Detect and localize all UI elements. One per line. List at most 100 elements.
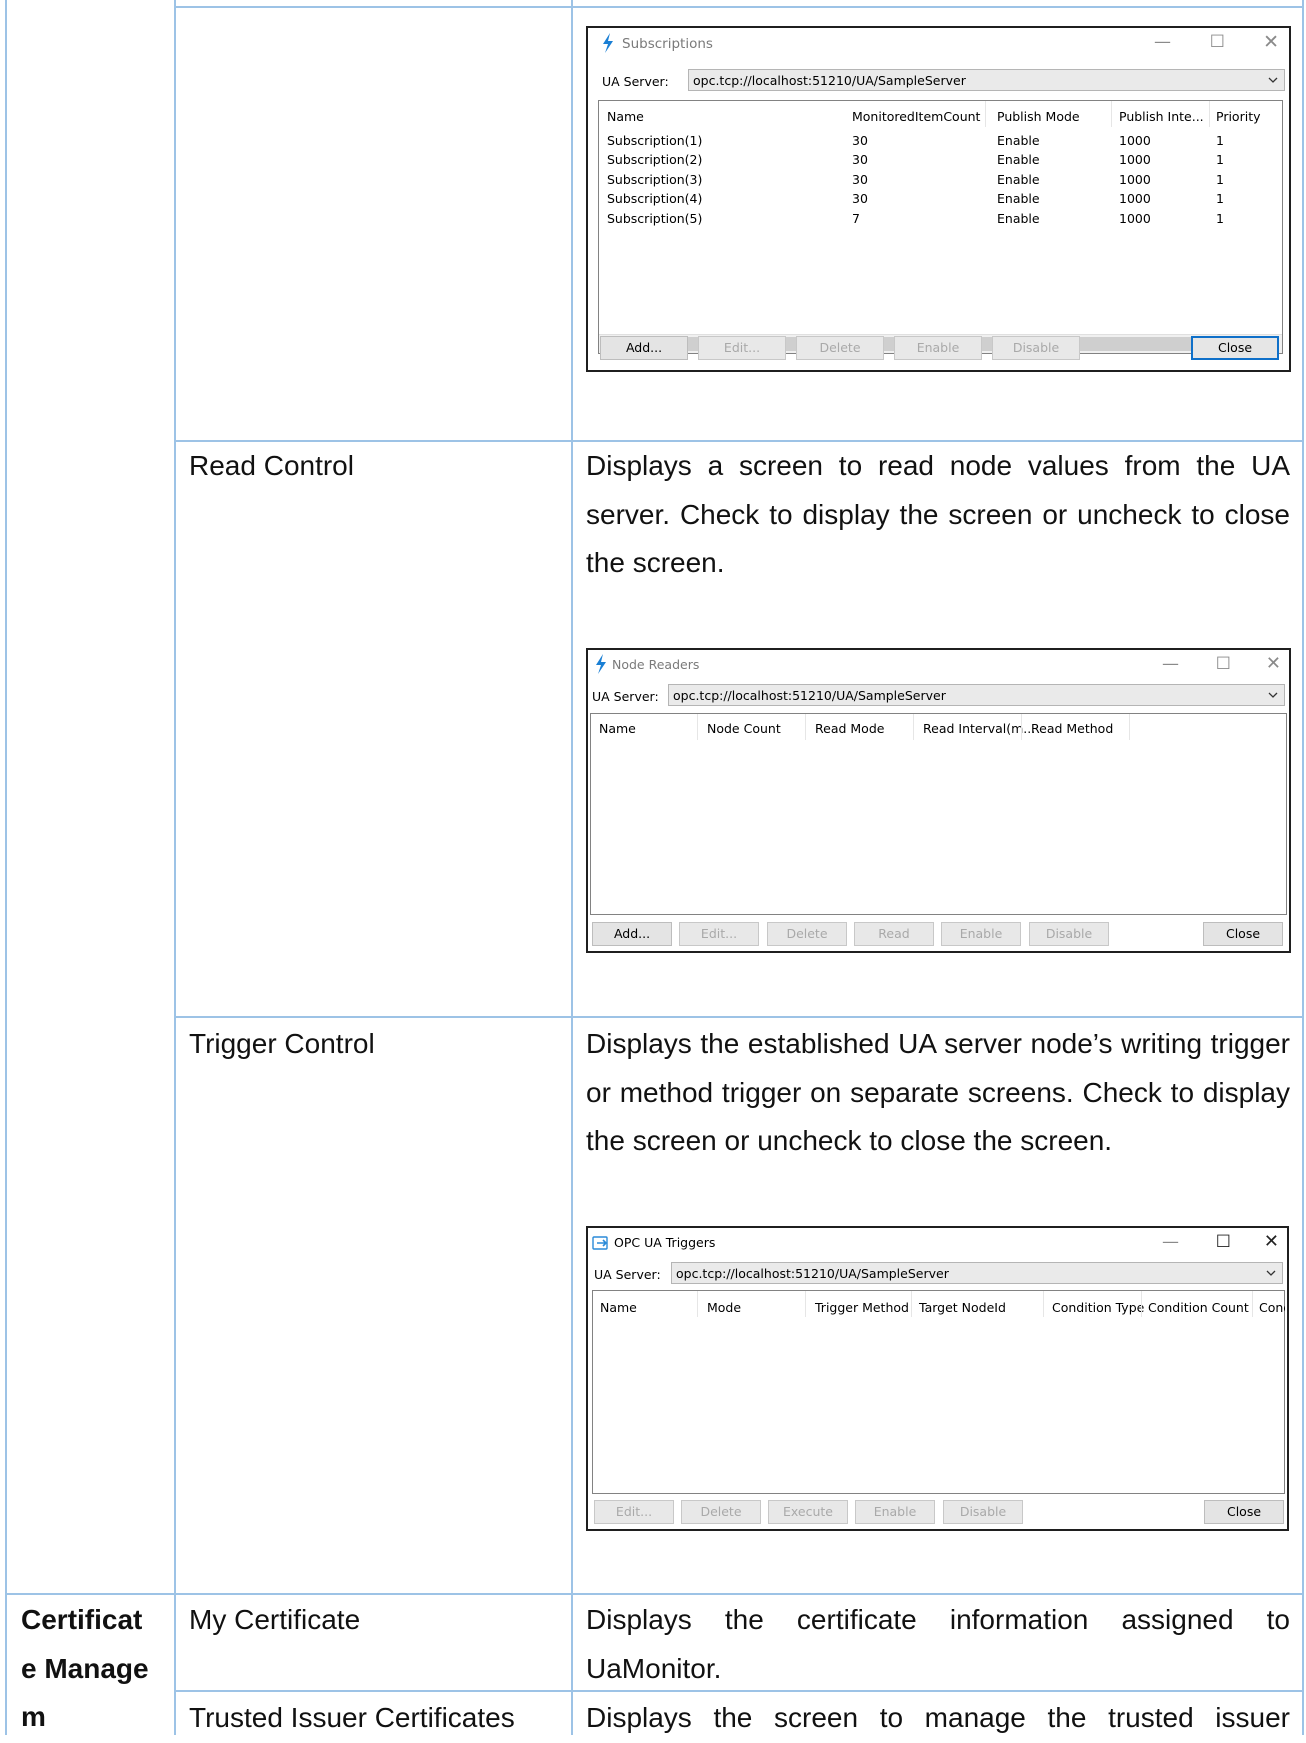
read-button[interactable]: Read [854, 922, 934, 946]
server-select[interactable]: opc.tcp://localhost:51210/UA/SampleServe… [668, 684, 1285, 706]
server-label: UA Server: [602, 74, 669, 89]
cell-mode: Enable [997, 172, 1040, 187]
delete-button[interactable]: Delete [681, 1500, 761, 1524]
edit-button[interactable]: Edit... [594, 1500, 674, 1524]
server-value: opc.tcp://localhost:51210/UA/SampleServe… [693, 73, 966, 88]
enable-button[interactable]: Enable [894, 336, 982, 360]
column-header[interactable]: Mode [707, 1300, 741, 1315]
description-trigger-control: Displays the established UA server node’… [586, 1028, 1290, 1156]
server-row: UA Server: opc.tcp://localhost:51210/UA/… [588, 1262, 1287, 1288]
close-button[interactable]: Close [1191, 336, 1279, 360]
close-icon[interactable]: ✕ [1264, 1231, 1279, 1252]
cell-mode: Enable [997, 133, 1040, 148]
column-header[interactable]: Name [600, 1300, 637, 1315]
lightning-bolt-icon [603, 33, 613, 53]
column-header[interactable]: Name [599, 721, 636, 736]
cell-count: 30 [852, 152, 868, 167]
close-button[interactable]: Close [1203, 922, 1283, 946]
column-header[interactable]: Conc [1259, 1300, 1285, 1315]
delete-button[interactable]: Delete [796, 336, 884, 360]
cell-interval: 1000 [1119, 211, 1151, 226]
feature-my-certificate: My Certificate [189, 1604, 361, 1635]
cell-interval: 1000 [1119, 172, 1151, 187]
column-header[interactable]: Publish Inte... [1119, 109, 1204, 124]
window-titlebar: OPC UA Triggers — ☐ ✕ [588, 1228, 1287, 1258]
opc-ua-triggers-window: OPC UA Triggers — ☐ ✕ UA Server: opc.tcp… [586, 1226, 1289, 1531]
column-header[interactable]: Trigger Method [815, 1300, 909, 1315]
chevron-down-icon [1268, 692, 1278, 698]
minimize-icon[interactable]: — [1154, 32, 1171, 52]
feature-trusted-issuer: Trusted Issuer Certificates [189, 1702, 515, 1733]
table-row-divider [174, 6, 1304, 8]
execute-button[interactable]: Execute [768, 1500, 848, 1524]
cell-name: Subscription(5) [607, 211, 703, 226]
column-header[interactable]: Condition Type [1052, 1300, 1144, 1315]
cell-name: Subscription(4) [607, 191, 703, 206]
column-separator [805, 714, 806, 740]
cell-count: 30 [852, 133, 868, 148]
column-header[interactable]: MonitoredItemCount [852, 109, 980, 124]
cell-count: 7 [852, 211, 860, 226]
column-header[interactable]: Publish Mode [997, 109, 1080, 124]
add-button[interactable]: Add... [592, 922, 672, 946]
disable-button[interactable]: Disable [1029, 922, 1109, 946]
server-row: UA Server: opc.tcp://localhost:51210/UA/… [588, 69, 1289, 95]
edit-button[interactable]: Edit... [698, 336, 786, 360]
enable-button[interactable]: Enable [855, 1500, 935, 1524]
minimize-icon[interactable]: — [1162, 654, 1179, 674]
server-select[interactable]: opc.tcp://localhost:51210/UA/SampleServe… [688, 69, 1285, 91]
column-header[interactable]: Node Count [707, 721, 781, 736]
close-icon[interactable]: ✕ [1266, 653, 1281, 674]
feature-trigger-control: Trigger Control [189, 1028, 375, 1059]
column-separator [1043, 1291, 1044, 1317]
maximize-icon[interactable]: ☐ [1210, 32, 1225, 52]
delete-button[interactable]: Delete [767, 922, 847, 946]
cell-priority: 1 [1216, 172, 1224, 187]
table-row[interactable]: Subscription(3) 30 Enable 1000 1 [599, 172, 1282, 190]
cell-priority: 1 [1216, 152, 1224, 167]
table-row[interactable]: Subscription(4) 30 Enable 1000 1 [599, 191, 1282, 209]
table-border-col2 [571, 0, 573, 1735]
maximize-icon[interactable]: ☐ [1216, 654, 1231, 674]
column-header[interactable]: Read Mode [815, 721, 884, 736]
disable-button[interactable]: Disable [992, 336, 1080, 360]
close-icon[interactable]: ✕ [1263, 31, 1279, 53]
column-separator [911, 1291, 912, 1317]
maximize-icon[interactable]: ☐ [1216, 1232, 1231, 1252]
cell-mode: Enable [997, 152, 1040, 167]
table-border-left [5, 0, 7, 1735]
table-row[interactable]: Subscription(1) 30 Enable 1000 1 [599, 133, 1282, 151]
cell-interval: 1000 [1119, 133, 1151, 148]
column-header[interactable]: Condition Count [1148, 1300, 1249, 1315]
column-header[interactable]: Priority [1216, 109, 1261, 124]
triggers-list[interactable]: Name Mode Trigger Method Target NodeId C… [592, 1290, 1285, 1494]
subscriptions-list[interactable]: Name MonitoredItemCount Publish Mode Pub… [598, 100, 1283, 354]
add-button[interactable]: Add... [600, 336, 688, 360]
table-row[interactable]: Subscription(2) 30 Enable 1000 1 [599, 152, 1282, 170]
close-button[interactable]: Close [1204, 1500, 1284, 1524]
cell-priority: 1 [1216, 133, 1224, 148]
column-separator [985, 101, 986, 127]
node-readers-list[interactable]: Name Node Count Read Mode Read Interval(… [590, 713, 1287, 915]
cell-mode: Enable [997, 211, 1040, 226]
table-row-divider [5, 1593, 1304, 1595]
window-titlebar: Node Readers — ☐ ✕ [588, 650, 1289, 680]
server-value: opc.tcp://localhost:51210/UA/SampleServe… [673, 688, 946, 703]
table-border-col1 [174, 0, 176, 1735]
table-row[interactable]: Subscription(5) 7 Enable 1000 1 [599, 211, 1282, 229]
server-select[interactable]: opc.tcp://localhost:51210/UA/SampleServe… [671, 1262, 1283, 1284]
column-separator [1111, 101, 1112, 127]
disable-button[interactable]: Disable [943, 1500, 1023, 1524]
cell-count: 30 [852, 191, 868, 206]
column-header[interactable]: Target NodeId [919, 1300, 1006, 1315]
column-header[interactable]: Name [607, 109, 644, 124]
column-separator [1129, 714, 1130, 740]
server-value: opc.tcp://localhost:51210/UA/SampleServe… [676, 1266, 949, 1281]
column-header[interactable]: Read Interval(m... [923, 721, 1035, 736]
enable-button[interactable]: Enable [941, 922, 1021, 946]
column-header[interactable]: Read Method [1031, 721, 1113, 736]
window-title: Subscriptions [622, 36, 713, 52]
cell-interval: 1000 [1119, 191, 1151, 206]
edit-button[interactable]: Edit... [679, 922, 759, 946]
minimize-icon[interactable]: — [1162, 1232, 1179, 1252]
